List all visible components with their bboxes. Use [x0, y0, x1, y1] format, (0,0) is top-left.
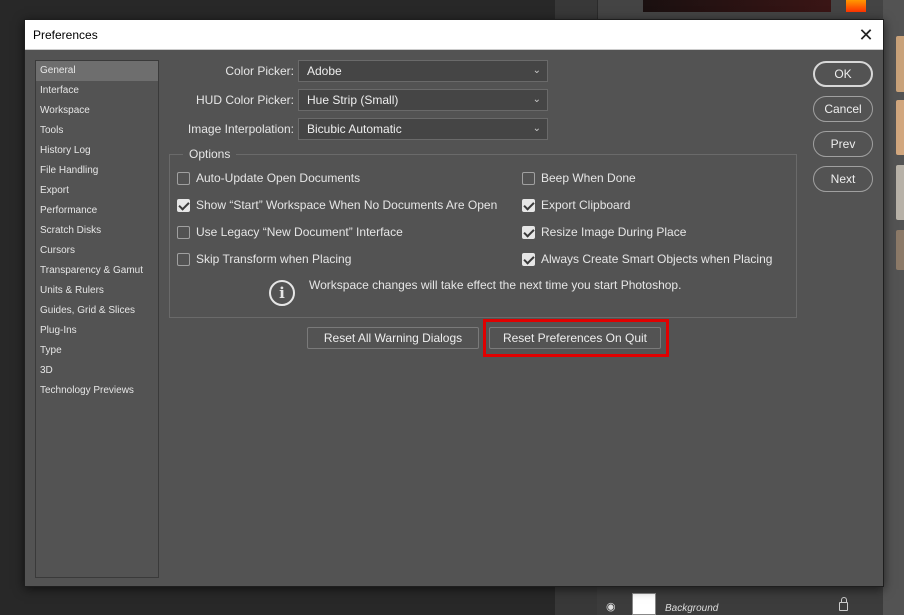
checkbox-skip-transform[interactable]: Skip Transform when Placing — [177, 251, 351, 267]
checkbox-beep-when-done[interactable]: Beep When Done — [522, 170, 636, 186]
lock-icon — [839, 597, 848, 611]
checkbox-icon[interactable] — [177, 252, 190, 266]
checkbox-export-clipboard[interactable]: Export Clipboard — [522, 197, 630, 213]
thumbnail[interactable] — [896, 165, 904, 220]
close-icon[interactable]: ✕ — [855, 24, 877, 46]
color-picker-select[interactable]: Adobe ⌄ — [298, 60, 548, 82]
preferences-nav: General Interface Workspace Tools History Lo… — [35, 60, 159, 578]
checkbox-icon[interactable] — [522, 171, 535, 185]
checkbox-label: Auto-Update Open Documents — [196, 171, 361, 185]
info-icon: i — [269, 280, 295, 306]
reset-warning-dialogs-button[interactable]: Reset All Warning Dialogs — [307, 327, 479, 349]
color-picker-label: Color Picker: — [225, 64, 294, 78]
nav-item-units-rulers[interactable]: Units & Rulers — [36, 281, 158, 301]
nav-item-guides-grid-slices[interactable]: Guides, Grid & Slices — [36, 301, 158, 321]
nav-item-cursors[interactable]: Cursors — [36, 241, 158, 261]
hud-color-picker-value: Hue Strip (Small) — [307, 93, 399, 107]
cancel-button[interactable]: Cancel — [813, 96, 873, 122]
layer-name: Background — [665, 603, 719, 614]
checkbox-icon[interactable] — [177, 225, 190, 239]
checkbox-label: Export Clipboard — [541, 198, 631, 212]
image-interpolation-select[interactable]: Bicubic Automatic ⌄ — [298, 118, 548, 140]
nav-item-technology-previews[interactable]: Technology Previews — [36, 381, 158, 401]
checkbox-resize-image-during-place[interactable]: Resize Image During Place — [522, 224, 686, 240]
swatch-bar — [643, 0, 831, 12]
checkbox-icon[interactable] — [522, 225, 535, 239]
checkbox-icon[interactable] — [522, 198, 535, 212]
highlight-box — [483, 319, 669, 357]
hud-color-picker-select[interactable]: Hue Strip (Small) ⌄ — [298, 89, 548, 111]
checkbox-icon[interactable] — [177, 198, 190, 212]
checkbox-label: Show “Start” Workspace When No Documents… — [196, 198, 498, 212]
checkbox-icon[interactable] — [177, 171, 190, 185]
next-button[interactable]: Next — [813, 166, 873, 192]
nav-item-transparency-gamut[interactable]: Transparency & Gamut — [36, 261, 158, 281]
preferences-dialog: Preferences ✕ General Interface Workspace T… — [24, 19, 884, 587]
eye-icon[interactable]: ◉ — [606, 600, 616, 613]
nav-item-file-handling[interactable]: File Handling — [36, 161, 158, 181]
thumbnail[interactable] — [896, 36, 904, 92]
color-picker-value: Adobe — [307, 64, 342, 78]
hud-color-picker-label: HUD Color Picker: — [195, 93, 294, 107]
title-bar[interactable]: Preferences ✕ — [25, 20, 883, 50]
image-interpolation-value: Bicubic Automatic — [307, 122, 402, 136]
dialog-title: Preferences — [33, 28, 98, 42]
image-interpolation-label: Image Interpolation: — [187, 122, 294, 136]
workspace-info-text: Workspace changes will take effect the n… — [309, 278, 682, 292]
thumbnail-strip — [883, 0, 904, 615]
nav-item-general[interactable]: General — [36, 61, 158, 81]
checkbox-label: Resize Image During Place — [541, 225, 687, 239]
chevron-down-icon: ⌄ — [532, 65, 541, 76]
ok-button[interactable]: OK — [813, 61, 873, 87]
nav-item-plug-ins[interactable]: Plug-Ins — [36, 321, 158, 341]
checkbox-show-start-workspace[interactable]: Show “Start” Workspace When No Documents… — [177, 197, 497, 213]
nav-item-export[interactable]: Export — [36, 181, 158, 201]
checkbox-label: Skip Transform when Placing — [196, 252, 352, 266]
chevron-down-icon: ⌄ — [532, 123, 541, 134]
nav-item-tools[interactable]: Tools — [36, 121, 158, 141]
nav-item-type[interactable]: Type — [36, 341, 158, 361]
nav-item-workspace[interactable]: Workspace — [36, 101, 158, 121]
checkbox-label: Always Create Smart Objects when Placing — [541, 252, 773, 266]
checkbox-icon[interactable] — [522, 252, 535, 266]
options-legend: Options — [183, 147, 237, 161]
checkbox-smart-objects-when-placing[interactable]: Always Create Smart Objects when Placing — [522, 251, 772, 267]
layer-thumbnail — [632, 593, 656, 615]
nav-item-interface[interactable]: Interface — [36, 81, 158, 101]
chevron-down-icon: ⌄ — [532, 94, 541, 105]
nav-item-history-log[interactable]: History Log — [36, 141, 158, 161]
thumbnail[interactable] — [896, 230, 904, 270]
nav-item-3d[interactable]: 3D — [36, 361, 158, 381]
screen: ◉ Background Preferences ✕ General Interf… — [0, 0, 904, 615]
checkbox-label: Use Legacy “New Document” Interface — [196, 225, 403, 239]
checkbox-legacy-new-document[interactable]: Use Legacy “New Document” Interface — [177, 224, 403, 240]
checkbox-label: Beep When Done — [541, 171, 636, 185]
prev-button[interactable]: Prev — [813, 131, 873, 157]
nav-item-performance[interactable]: Performance — [36, 201, 158, 221]
thumbnail[interactable] — [896, 100, 904, 155]
nav-item-scratch-disks[interactable]: Scratch Disks — [36, 221, 158, 241]
color-swatch — [846, 0, 866, 12]
checkbox-auto-update[interactable]: Auto-Update Open Documents — [177, 170, 360, 186]
